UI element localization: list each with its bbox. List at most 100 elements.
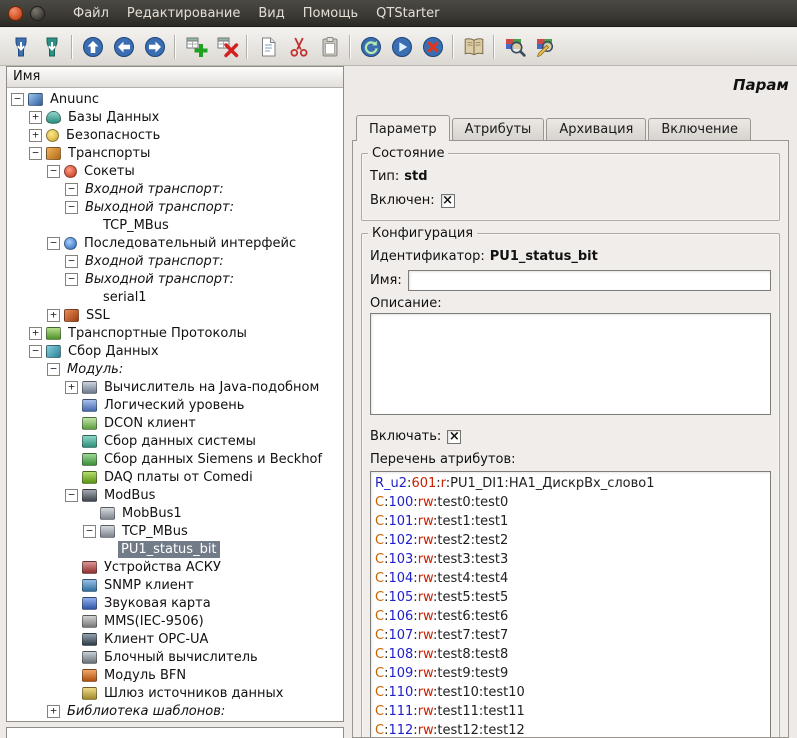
collapse-icon[interactable]: − — [83, 525, 96, 538]
reload-button[interactable] — [355, 31, 386, 62]
attribute-row[interactable]: C:106:rw:test6:test6 — [371, 607, 770, 626]
collapse-icon[interactable]: − — [11, 93, 24, 106]
menu-item[interactable]: Файл — [64, 2, 118, 25]
tab[interactable]: Атрибуты — [452, 118, 545, 140]
tree-item[interactable]: Логический уровень — [7, 396, 343, 414]
expand-icon[interactable]: + — [29, 111, 42, 124]
description-textarea[interactable] — [370, 313, 771, 415]
tree-item[interactable]: serial1 — [7, 288, 343, 306]
delete-item-button[interactable] — [211, 31, 242, 62]
name-input[interactable] — [408, 270, 771, 291]
tree-item[interactable]: Модуль BFN — [7, 666, 343, 684]
expand-icon[interactable]: + — [47, 705, 60, 718]
tree-item[interactable]: +SSL — [7, 306, 343, 324]
collapse-icon[interactable]: − — [65, 201, 78, 214]
tree-item[interactable]: −Выходной транспорт: — [7, 198, 343, 216]
collapse-icon[interactable]: − — [47, 363, 60, 376]
attribute-row[interactable]: C:107:rw:test7:test7 — [371, 626, 770, 645]
stop-button[interactable] — [417, 31, 448, 62]
tree-item[interactable]: Блочный вычислитель — [7, 648, 343, 666]
attribute-row[interactable]: C:111:rw:test11:test11 — [371, 702, 770, 721]
tree-item[interactable]: −Anuunc — [7, 90, 343, 108]
tab[interactable]: Архивация — [546, 118, 646, 140]
tree-item[interactable]: Звуковая карта — [7, 594, 343, 612]
attribute-row[interactable]: C:100:rw:test0:test0 — [371, 493, 770, 512]
paste-button[interactable] — [314, 31, 345, 62]
collapse-icon[interactable]: − — [29, 345, 42, 358]
tree-item[interactable]: −ModBus — [7, 486, 343, 504]
menu-item[interactable]: Помощь — [294, 2, 367, 25]
manual-button[interactable] — [458, 31, 489, 62]
menu-item[interactable]: Редактирование — [118, 2, 249, 25]
up-button[interactable] — [77, 31, 108, 62]
tab[interactable]: Параметр — [356, 115, 450, 141]
enable-checkbox[interactable] — [447, 430, 461, 444]
attribute-row[interactable]: C:112:rw:test12:test12 — [371, 721, 770, 738]
tree-item[interactable]: TCP_MBus — [7, 216, 343, 234]
attribute-row[interactable]: C:110:rw:test10:test10 — [371, 683, 770, 702]
window-minimize-button[interactable] — [30, 6, 45, 21]
tree-item[interactable]: +Вычислитель на Java-подобном — [7, 378, 343, 396]
tree-item[interactable]: −Выходной транспорт: — [7, 270, 343, 288]
tree-item[interactable]: PU1_status_bit — [7, 540, 343, 558]
tree-item[interactable]: SNMP клиент — [7, 576, 343, 594]
tree-item[interactable]: −Модуль: — [7, 360, 343, 378]
attribute-row[interactable]: C:101:rw:test1:test1 — [371, 512, 770, 531]
cut-button[interactable] — [283, 31, 314, 62]
copy-button[interactable] — [252, 31, 283, 62]
tree-item[interactable]: Устройства АСКУ — [7, 558, 343, 576]
attribute-row[interactable]: R_u2:601:r:PU1_DI1:HA1_ДискрВх_слово1 — [371, 474, 770, 493]
start-button[interactable] — [386, 31, 417, 62]
expand-icon[interactable]: + — [47, 309, 60, 322]
expand-icon[interactable]: + — [65, 381, 78, 394]
back-button[interactable] — [108, 31, 139, 62]
tree-item[interactable]: Шлюз источников данных — [7, 684, 343, 702]
tree-item[interactable]: MMS(IEC-9506) — [7, 612, 343, 630]
tree-item[interactable]: Сбор данных Siemens и Beckhof — [7, 450, 343, 468]
add-item-icon — [184, 35, 208, 59]
collapse-icon[interactable]: − — [29, 147, 42, 160]
tree-header[interactable]: Имя — [7, 67, 343, 88]
tab[interactable]: Включение — [648, 118, 751, 140]
attribute-row[interactable]: C:108:rw:test8:test8 — [371, 645, 770, 664]
tree-item[interactable]: −Сбор Данных — [7, 342, 343, 360]
attribute-row[interactable]: C:109:rw:test9:test9 — [371, 664, 770, 683]
tree-item[interactable]: +Безопасность — [7, 126, 343, 144]
tree-item[interactable]: DCON клиент — [7, 414, 343, 432]
expand-icon[interactable]: + — [29, 129, 42, 142]
find-edit-button[interactable] — [530, 31, 561, 62]
collapse-icon[interactable]: − — [47, 165, 60, 178]
collapse-icon[interactable]: − — [65, 489, 78, 502]
attribute-row[interactable]: C:102:rw:test2:test2 — [371, 531, 770, 550]
tree-item[interactable]: −Сокеты — [7, 162, 343, 180]
attribute-row[interactable]: C:104:rw:test4:test4 — [371, 569, 770, 588]
enabled-checkbox[interactable] — [441, 194, 455, 208]
tree-item[interactable]: DAQ платы от Comedi — [7, 468, 343, 486]
attribute-row[interactable]: C:105:rw:test5:test5 — [371, 588, 770, 607]
load-db-button[interactable] — [5, 31, 36, 62]
expand-icon[interactable]: + — [29, 327, 42, 340]
collapse-icon[interactable]: − — [47, 237, 60, 250]
tree-item[interactable]: −Последовательный интерфейс — [7, 234, 343, 252]
tree-item[interactable]: MobBus1 — [7, 504, 343, 522]
add-item-button[interactable] — [180, 31, 211, 62]
tree-item[interactable]: +Библиотека шаблонов: — [7, 702, 343, 720]
menu-item[interactable]: Вид — [249, 2, 293, 25]
collapse-icon[interactable]: − — [65, 273, 78, 286]
forward-button[interactable] — [139, 31, 170, 62]
attribute-row[interactable]: C:103:rw:test3:test3 — [371, 550, 770, 569]
save-db-button[interactable] — [36, 31, 67, 62]
tree-item[interactable]: Сбор данных системы — [7, 432, 343, 450]
tree-item[interactable]: +Транспортные Протоколы — [7, 324, 343, 342]
tree-item[interactable]: −Транспорты — [7, 144, 343, 162]
tree-item[interactable]: Клиент OPC-UA — [7, 630, 343, 648]
find-button[interactable] — [499, 31, 530, 62]
collapse-icon[interactable]: − — [65, 183, 78, 196]
tree-item[interactable]: −TCP_MBus — [7, 522, 343, 540]
window-close-button[interactable] — [8, 6, 23, 21]
tree-item[interactable]: +Базы Данных — [7, 108, 343, 126]
menu-item[interactable]: QTStarter — [367, 2, 448, 25]
tree-item[interactable]: −Входной транспорт: — [7, 180, 343, 198]
collapse-icon[interactable]: − — [65, 255, 78, 268]
tree-item[interactable]: −Входной транспорт: — [7, 252, 343, 270]
